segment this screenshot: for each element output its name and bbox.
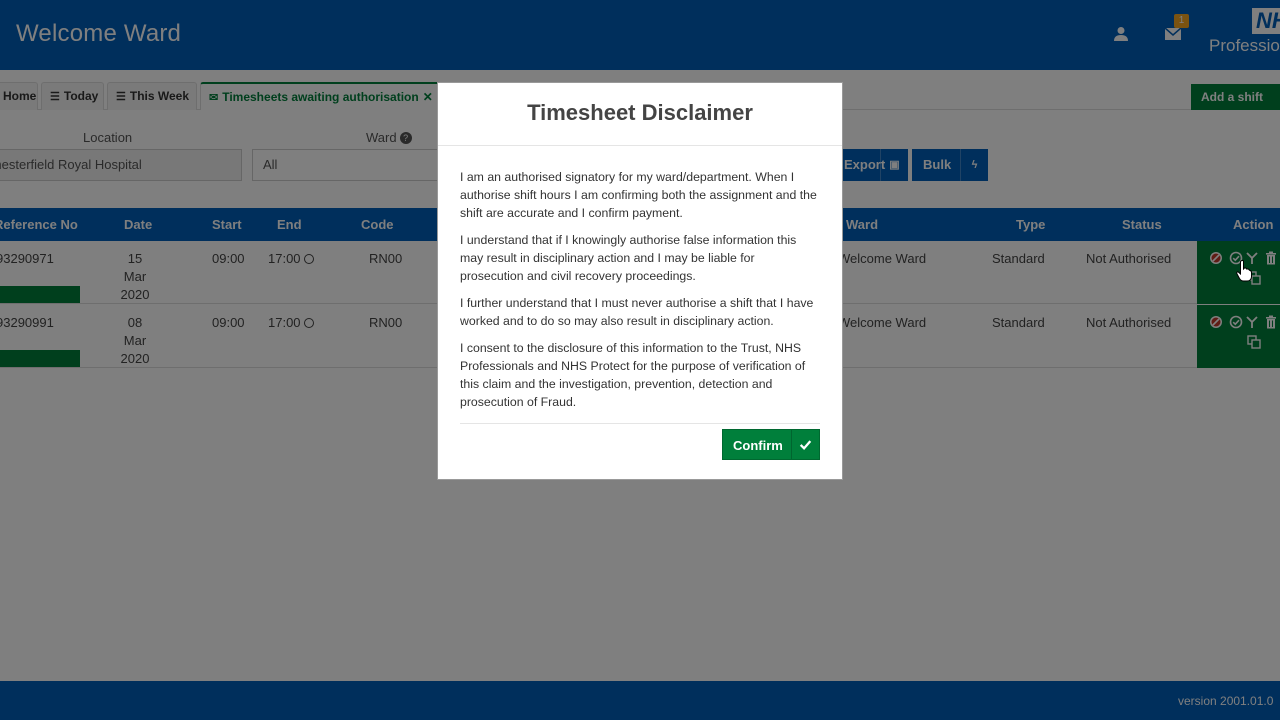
disclaimer-paragraph: I understand that if I knowingly authori… — [460, 233, 797, 283]
disclaimer-paragraph: I consent to the disclosure of this info… — [460, 341, 806, 409]
modal-title: Timesheet Disclaimer — [527, 100, 753, 125]
disclaimer-paragraph: I further understand that I must never a… — [460, 296, 814, 328]
hand-cursor-icon — [1236, 260, 1252, 282]
disclaimer-modal: Timesheet Disclaimer I am an authorised … — [437, 82, 843, 480]
modal-header: Timesheet Disclaimer — [438, 83, 842, 146]
disclaimer-paragraph: I am an authorised signatory for my ward… — [460, 170, 817, 220]
modal-footer: Confirm — [460, 423, 820, 460]
check-icon — [791, 430, 812, 459]
confirm-label: Confirm — [733, 438, 783, 453]
modal-body: I am an authorised signatory for my ward… — [438, 146, 842, 411]
confirm-button[interactable]: Confirm — [722, 429, 820, 460]
